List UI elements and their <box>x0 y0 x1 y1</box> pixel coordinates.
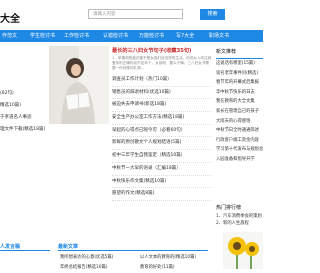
banner-image[interactable] <box>49 46 109 124</box>
list-item[interactable]: 我所想表达的心意(优选5篇) <box>60 253 113 263</box>
list-item[interactable]: 入园准备和指导开学 <box>216 155 263 165</box>
list-item[interactable]: 谈名老年事件问(精选) <box>216 69 263 79</box>
list-item[interactable]: 这说话有哪里(15篇) <box>216 59 263 69</box>
list-item[interactable]: 华中秋节快乐的日志 <box>216 88 263 98</box>
section-heading-latest[interactable]: 最新文章 <box>58 243 208 251</box>
hot-ranking-panel: 热门排行榜 1、汽车消费季会的策划 2、新的人生旅程 <box>216 203 263 227</box>
list-item[interactable]: 理文件下载(精选18篇) <box>0 124 52 136</box>
nav-item[interactable]: 工作检讨书 <box>64 30 89 42</box>
list-item[interactable]: 年终总结报告(精选10篇) <box>60 263 113 273</box>
nav-item[interactable]: 作范文 <box>2 30 17 42</box>
left-list: (82句) 精选10篇) 于孝道名人事迹 理文件下载(精选18篇) <box>0 46 52 141</box>
article-link[interactable]: 调查员工作计划（热门10篇） <box>112 74 212 87</box>
list-item[interactable]: 学习第十代发布与规划总 <box>216 145 263 155</box>
nav-item[interactable]: 万能检讨书 <box>139 30 164 42</box>
panel-heading: 热门排行榜 <box>216 205 242 211</box>
list-item[interactable]: 家长在管理自己的孩子 <box>216 107 263 117</box>
list-item[interactable]: 春节年的开幕式后集报 <box>216 78 263 88</box>
article-link[interactable]: 销售员的辞退材料(优选10篇) <box>112 87 212 100</box>
article-link[interactable]: 愿望的作文(精选8篇) <box>112 188 212 201</box>
sunflower-icon <box>223 232 263 269</box>
article-link[interactable]: 中秋节一大早的语录（汇编18篇） <box>112 163 212 176</box>
list-item[interactable]: 于孝道名人事迹 <box>0 112 52 124</box>
list-item[interactable]: 中秋节日全时通通简述 <box>216 126 263 136</box>
nav-item[interactable]: 职场文书 <box>209 30 229 42</box>
list-item[interactable]: 1、汽车消费季会的策划 <box>216 213 263 220</box>
header: 大全 请输入内容 搜索 <box>0 0 263 30</box>
list-item[interactable]: 精选10篇) <box>0 100 52 112</box>
panel-heading: 新文推荐 <box>216 46 263 59</box>
list-item[interactable]: 我在教育的大全文集 <box>216 97 263 107</box>
list-item[interactable]: 2、新的人生旅程 <box>216 220 263 227</box>
list-item[interactable]: (82句) <box>0 88 52 100</box>
search-input[interactable]: 请输入内容 <box>88 9 183 19</box>
nav-item[interactable]: 学生检讨书 <box>30 30 55 42</box>
search-button[interactable]: 搜索 <box>200 9 225 20</box>
featured-title[interactable]: 最长的三八妇女节句子(收藏35句) <box>112 47 212 54</box>
article-link[interactable]: 安全生产办公室工作方法(精选18篇) <box>112 112 212 125</box>
woman-reading-illustration <box>49 46 109 124</box>
nav-item[interactable]: 认错检讨书 <box>103 30 128 42</box>
article-link[interactable]: 新鲜的原创散文个人规划结语(5篇) <box>112 137 212 151</box>
latest-list-right: 以人文本的教育的(精选10篇) 教育的好处(11篇) <box>140 253 196 273</box>
list-item[interactable]: 以人文本的教育的(精选10篇) <box>140 253 196 263</box>
list-item[interactable]: 教育的好处(11篇) <box>140 263 196 273</box>
list-item[interactable]: 行政客户端工资金内容 <box>216 136 263 146</box>
nav-item[interactable]: 写7大全 <box>176 30 194 42</box>
latest-list-left: 我所想表达的心意(优选5篇) 年终总结报告(精选10篇) <box>60 253 113 273</box>
article-link[interactable]: 中秋快乐作文集(精选10篇) <box>112 176 212 189</box>
featured-description: 1、苹果和西蓝花都不是女孩们该怎样的生活，但说女人向往就爱你的正确你说不如年十，… <box>112 56 212 70</box>
article-link[interactable]: 初中三年学生自我鉴定（精选10篇） <box>112 150 212 163</box>
main-nav: 作范文 学生检讨书 工作检讨书 认错检讨书 万能检讨书 写7大全 职场文书 <box>0 30 263 42</box>
sunflower-image <box>223 232 263 269</box>
new-articles-panel: 新文推荐 这说话有哪里(15篇) 谈名老年事件问(精选) 春节年的开幕式后集报 … <box>216 46 263 165</box>
site-logo[interactable]: 大全 <box>0 10 20 25</box>
article-link[interactable]: 早起的心得点已呢今可（必看60句） <box>112 125 212 138</box>
list-item[interactable]: 大雨天的心得感悟 <box>216 117 263 127</box>
section-heading-speeches[interactable]: 人发言稿 <box>0 243 50 251</box>
article-link[interactable]: 被迫失去申请书(新选18篇) <box>112 99 212 113</box>
featured-article: 最长的三八妇女节句子(收藏35句) 1、苹果和西蓝花都不是女孩们该怎样的生活，但… <box>112 47 212 201</box>
